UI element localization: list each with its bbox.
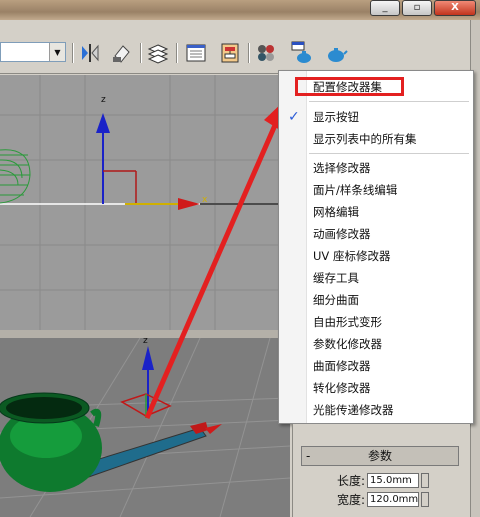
menu-separator <box>309 101 469 102</box>
length-row: 长度: 15.0mm <box>337 472 430 488</box>
schematic-view-icon[interactable] <box>218 41 242 65</box>
checkmark-icon: ✓ <box>288 109 300 125</box>
toolbar-separator <box>248 43 250 63</box>
viewport-perspective[interactable]: z <box>0 338 290 517</box>
z-axis-label: z <box>143 338 148 346</box>
restore-button[interactable]: ▫ <box>402 0 432 16</box>
chevron-down-icon[interactable]: ▼ <box>49 43 65 61</box>
width-row: 宽度: 120.0mm <box>337 491 430 507</box>
menu-item-modifier-set[interactable]: 转化修改器 <box>313 378 371 398</box>
menu-item-modifier-set[interactable]: UV 座标修改器 <box>313 246 390 266</box>
render-icon[interactable] <box>324 41 348 65</box>
menu-item-show-buttons[interactable]: 显示按钮 <box>313 107 359 127</box>
parameters-rollout-header[interactable]: - 参数 <box>301 446 459 466</box>
menu-item-configure-modifier-sets[interactable]: 配置修改器集 <box>313 77 382 97</box>
collapse-toggle[interactable]: - <box>306 447 310 465</box>
parameters-panel: - 参数 长度: 15.0mm 宽度: 120.0mm <box>292 424 470 517</box>
close-button[interactable]: X <box>434 0 476 16</box>
menu-item-modifier-set[interactable]: 缓存工具 <box>313 268 359 288</box>
menu-item-modifier-set[interactable]: 光能传递修改器 <box>313 400 394 420</box>
viewport-top[interactable]: z x <box>0 75 280 330</box>
toolbar-separator <box>72 43 74 63</box>
menu-item-modifier-set[interactable]: 自由形式变形 <box>313 312 382 332</box>
z-axis-label: z <box>101 95 106 105</box>
length-label: 长度: <box>337 473 366 488</box>
x-axis-label: x <box>202 195 208 205</box>
main-toolbar: ▼ <box>0 20 480 74</box>
menu-separator <box>309 153 469 154</box>
toolbar-separator <box>140 43 142 63</box>
align-icon[interactable] <box>110 41 134 65</box>
viewport-top-canvas <box>0 75 280 330</box>
curve-editor-icon[interactable] <box>184 41 208 65</box>
length-spinner[interactable] <box>421 472 430 488</box>
menu-item-modifier-set[interactable]: 参数化修改器 <box>313 334 382 354</box>
menu-item-modifier-set[interactable]: 网格编辑 <box>313 202 359 222</box>
menu-item-modifier-set[interactable]: 面片/样条线编辑 <box>313 180 397 200</box>
viewport-perspective-canvas <box>0 338 290 517</box>
teapot-wireframe <box>0 149 31 204</box>
menu-item-modifier-set[interactable]: 细分曲面 <box>313 290 359 310</box>
mirror-icon[interactable] <box>78 41 102 65</box>
window-controls: _ ▫ X <box>370 0 476 16</box>
minimize-button[interactable]: _ <box>370 0 400 16</box>
layer-manager-icon[interactable] <box>146 41 170 65</box>
menu-item-modifier-set[interactable]: 曲面修改器 <box>313 356 371 376</box>
title-bar: _ ▫ X <box>0 0 480 20</box>
menu-item-modifier-set[interactable]: 动画修改器 <box>313 224 371 244</box>
render-setup-icon[interactable] <box>290 41 314 65</box>
width-field[interactable]: 120.0mm <box>367 491 420 507</box>
length-field[interactable]: 15.0mm <box>367 472 420 488</box>
menu-item-modifier-set[interactable]: 选择修改器 <box>313 158 371 178</box>
width-spinner[interactable] <box>421 491 430 507</box>
width-label: 宽度: <box>337 492 366 507</box>
selection-set-dropdown[interactable]: ▼ <box>0 42 66 62</box>
modifier-context-menu: 配置修改器集 ✓ 显示按钮 显示列表中的所有集 选择修改器 面片/样条线编辑 网… <box>278 70 474 424</box>
toolbar-separator <box>176 43 178 63</box>
viewport-divider[interactable] <box>0 330 290 338</box>
menu-item-show-all-sets[interactable]: 显示列表中的所有集 <box>313 129 417 149</box>
rollout-title: 参数 <box>367 449 392 463</box>
material-editor-icon[interactable] <box>254 41 278 65</box>
